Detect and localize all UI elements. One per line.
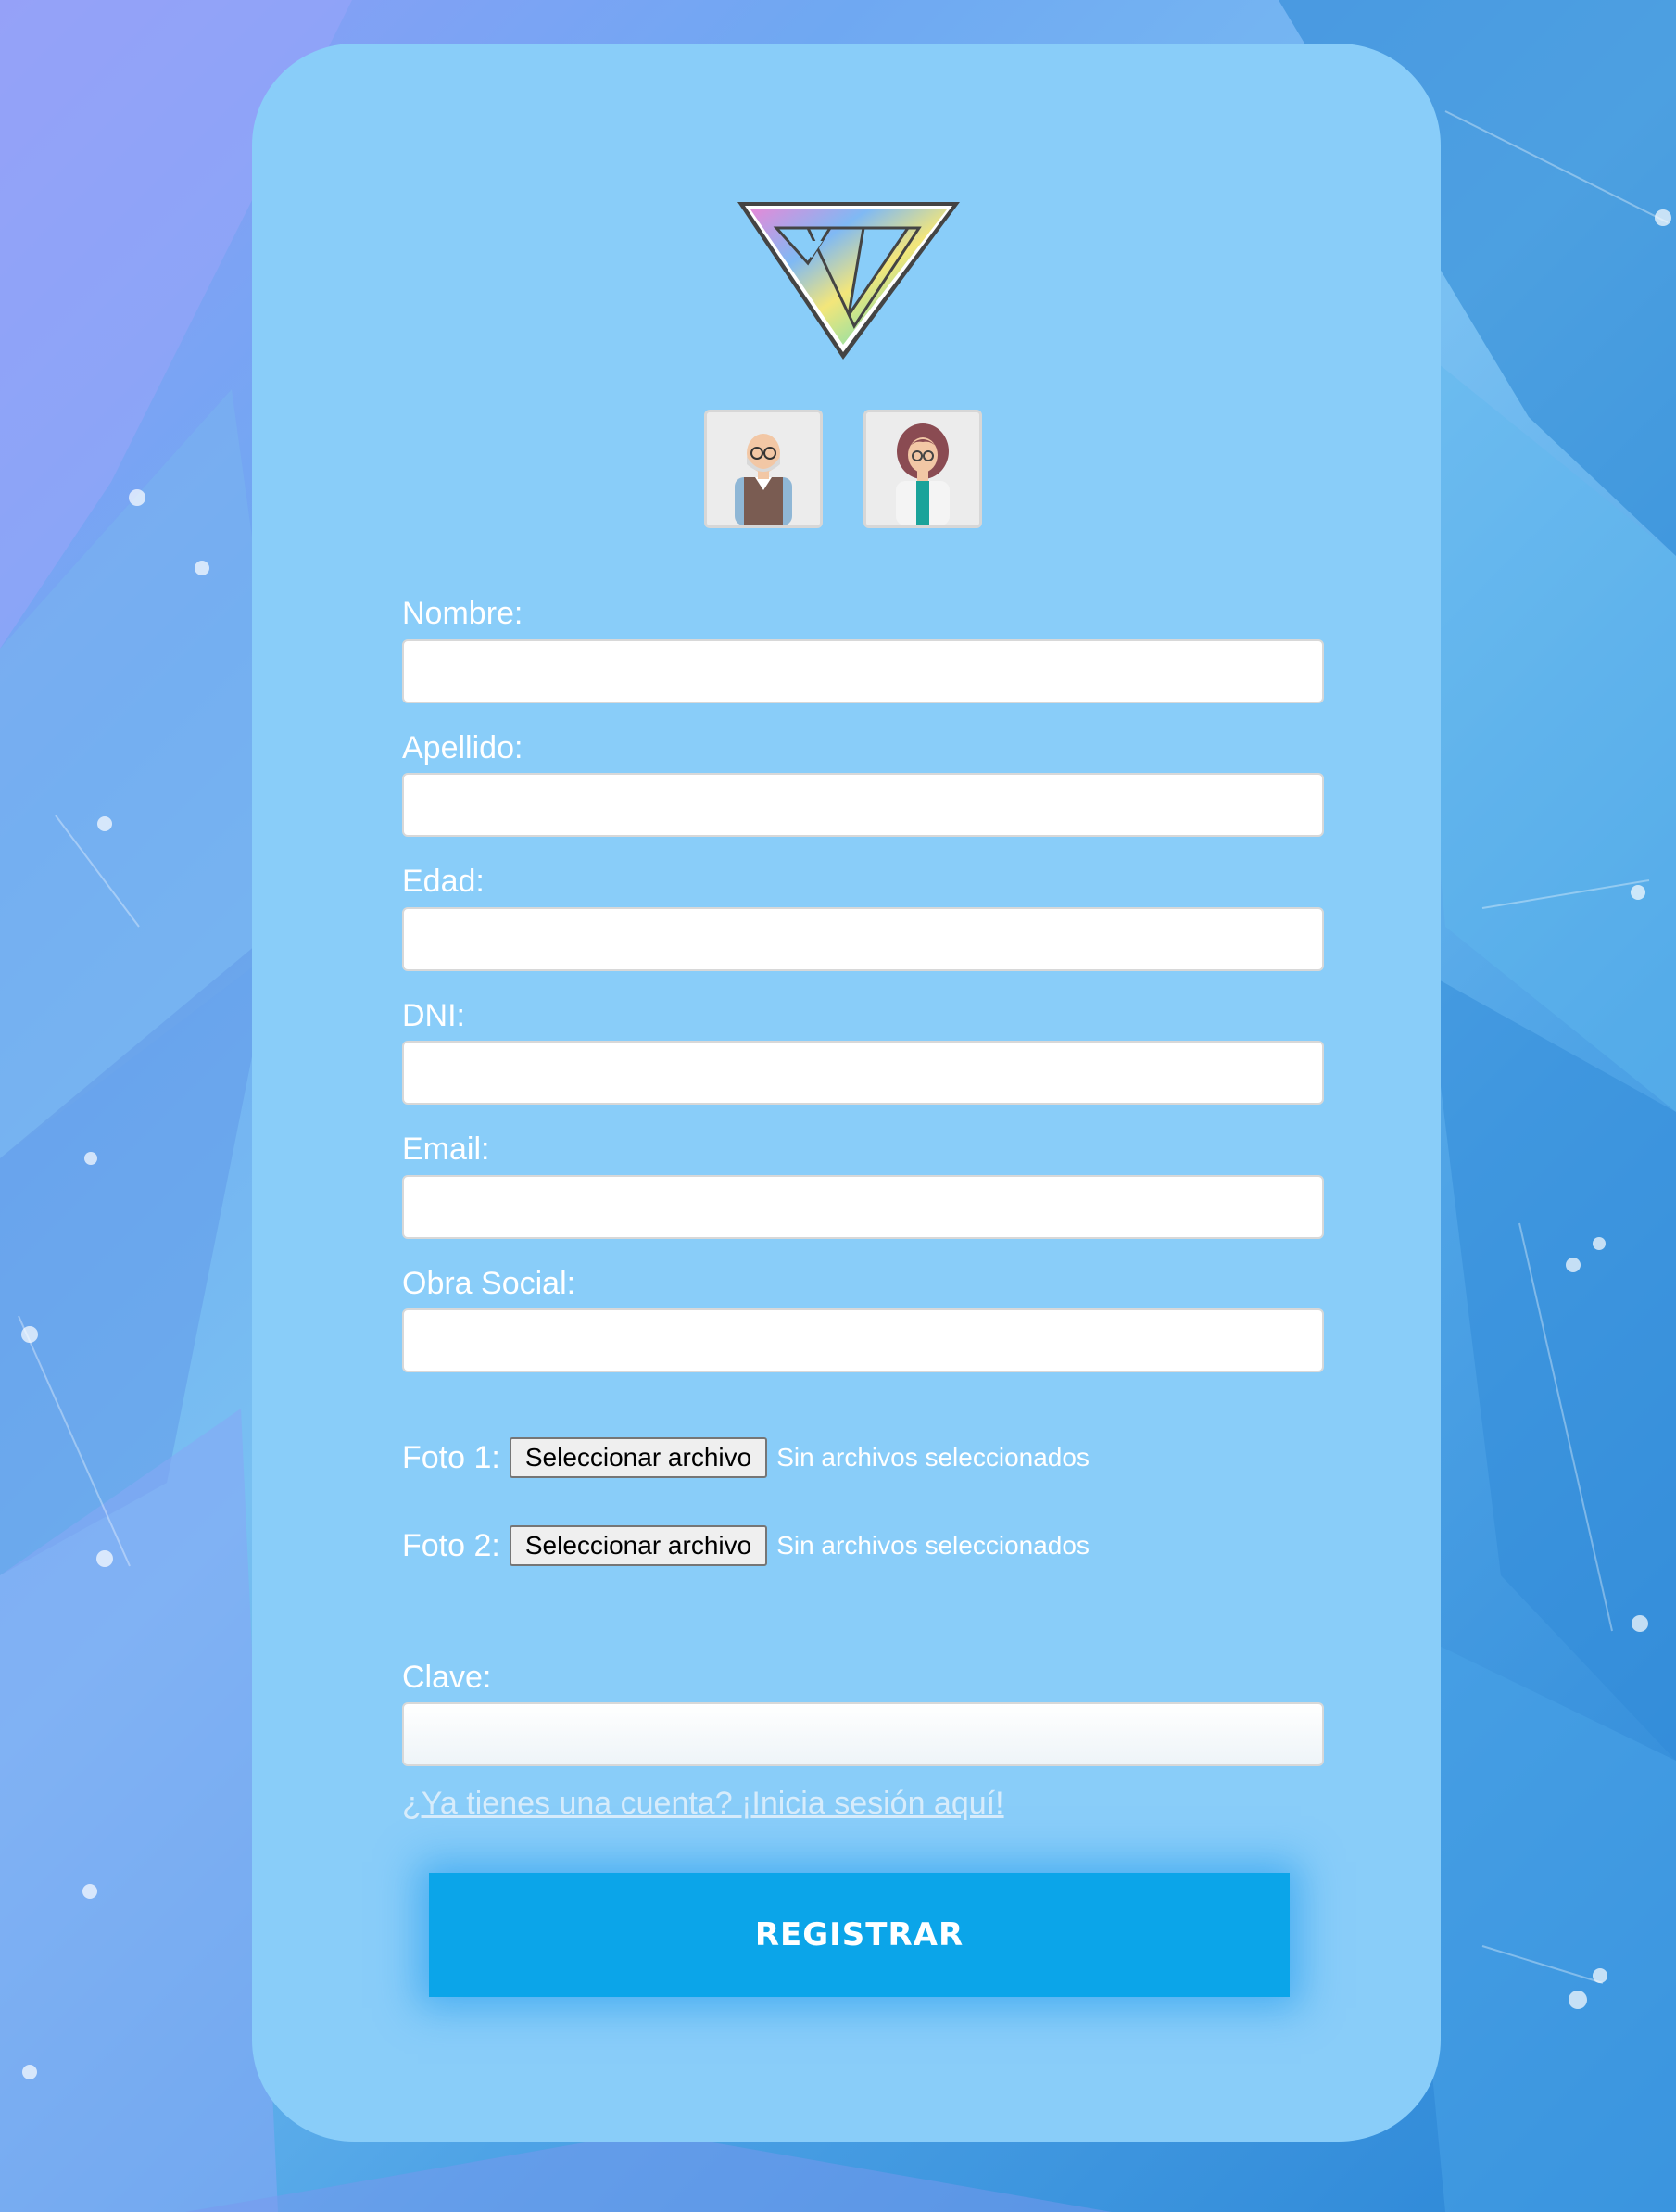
role-selector bbox=[704, 410, 982, 528]
nombre-label: Nombre: bbox=[402, 596, 523, 631]
dni-label: DNI: bbox=[402, 998, 465, 1033]
obra-social-input[interactable] bbox=[402, 1308, 1324, 1372]
clave-input[interactable] bbox=[402, 1702, 1324, 1766]
patient-elderly-man-avatar[interactable] bbox=[704, 410, 823, 528]
register-button[interactable]: REGISTRAR bbox=[429, 1873, 1290, 1997]
foto2-file-status: Sin archivos seleccionados bbox=[776, 1531, 1090, 1560]
apellido-input[interactable] bbox=[402, 773, 1324, 837]
register-card: Nombre: Apellido: Edad: DNI: Email: Obra… bbox=[252, 44, 1441, 2142]
dni-input[interactable] bbox=[402, 1041, 1324, 1105]
obra-social-label: Obra Social: bbox=[402, 1266, 576, 1301]
triangle-w-logo bbox=[734, 196, 964, 363]
email-input[interactable] bbox=[402, 1175, 1324, 1239]
email-label: Email: bbox=[402, 1131, 490, 1167]
foto1-label: Foto 1: bbox=[402, 1439, 500, 1475]
doctor-woman-avatar[interactable] bbox=[863, 410, 982, 528]
edad-input[interactable] bbox=[402, 907, 1324, 971]
foto2-file-button[interactable]: Seleccionar archivo bbox=[509, 1525, 768, 1566]
login-link[interactable]: ¿Ya tienes una cuenta? ¡Inicia sesión aq… bbox=[402, 1786, 1004, 1822]
clave-label: Clave: bbox=[402, 1660, 492, 1695]
nombre-input[interactable] bbox=[402, 639, 1324, 703]
edad-label: Edad: bbox=[402, 864, 485, 899]
apellido-label: Apellido: bbox=[402, 730, 523, 765]
foto1-file-status: Sin archivos seleccionados bbox=[776, 1443, 1090, 1472]
foto1-row: Foto 1: Seleccionar archivo Sin archivos… bbox=[402, 1437, 1090, 1478]
foto2-row: Foto 2: Seleccionar archivo Sin archivos… bbox=[402, 1525, 1090, 1566]
foto1-file-button[interactable]: Seleccionar archivo bbox=[509, 1437, 768, 1478]
foto2-label: Foto 2: bbox=[402, 1527, 500, 1563]
